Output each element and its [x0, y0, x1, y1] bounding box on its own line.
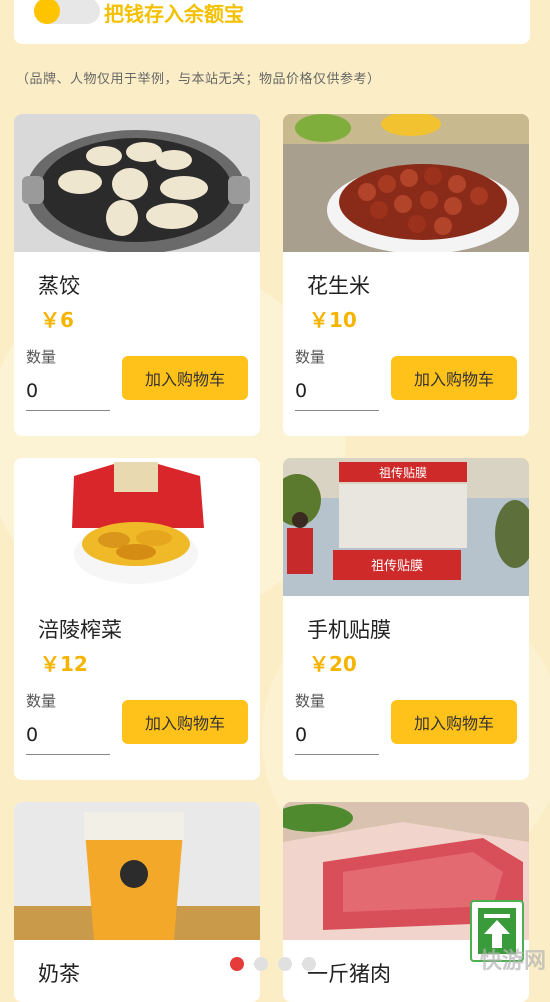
product-image-pickles: [14, 458, 260, 596]
product-name: 一斤猪肉: [307, 962, 391, 986]
quantity-input[interactable]: [26, 716, 110, 755]
quantity-label: 数量: [26, 348, 57, 366]
page-dot-4[interactable]: [302, 957, 316, 971]
add-to-cart-button[interactable]: 加入购物车: [122, 356, 248, 400]
product-price: ￥12: [40, 652, 88, 676]
quantity-input[interactable]: [295, 716, 379, 755]
product-image-dumplings: [14, 114, 260, 252]
product-name: 蒸饺: [38, 274, 80, 298]
product-card: 涪陵榨菜 ￥12 数量 加入购物车: [14, 458, 260, 780]
product-image-peanuts: [283, 114, 529, 252]
add-to-cart-button[interactable]: 加入购物车: [122, 700, 248, 744]
page-indicator: [230, 957, 316, 971]
product-image-screen-film-stall: 祖传贴膜 祖传贴膜: [283, 458, 529, 596]
toggle-knob: [34, 0, 60, 24]
site-watermark: 快游网: [479, 949, 546, 974]
add-to-cart-button[interactable]: 加入购物车: [391, 356, 517, 400]
page-dot-2[interactable]: [254, 957, 268, 971]
balance-toggle[interactable]: [34, 0, 100, 24]
stall-sign-bottom: 祖传贴膜: [371, 559, 423, 574]
balance-toggle-label: 把钱存入余额宝: [104, 2, 244, 26]
balance-toggle-card: 把钱存入余额宝 3: [14, 0, 530, 44]
corner-text: 3: [515, 0, 524, 14]
product-price: ￥6: [40, 308, 74, 332]
quantity-label: 数量: [295, 692, 326, 710]
quantity-label: 数量: [26, 692, 57, 710]
product-name: 奶茶: [38, 962, 80, 986]
product-name: 花生米: [307, 274, 370, 298]
quantity-input[interactable]: [295, 372, 379, 411]
stall-sign-top: 祖传贴膜: [379, 465, 427, 480]
page-dot-3[interactable]: [278, 957, 292, 971]
product-image-milk-tea: [14, 802, 260, 940]
quantity-input[interactable]: [26, 372, 110, 411]
product-price: ￥20: [309, 652, 357, 676]
product-card: 奶茶: [14, 802, 260, 1002]
product-name: 手机贴膜: [307, 618, 391, 642]
product-price: ￥10: [309, 308, 357, 332]
product-card: 蒸饺 ￥6 数量 加入购物车: [14, 114, 260, 436]
product-name: 涪陵榨菜: [38, 618, 122, 642]
quantity-label: 数量: [295, 348, 326, 366]
product-card: 祖传贴膜 祖传贴膜 手机贴膜 ￥20 数量 加入购物车: [283, 458, 529, 780]
add-to-cart-button[interactable]: 加入购物车: [391, 700, 517, 744]
disclaimer-text: （品牌、人物仅用于举例，与本站无关；物品价格仅供参考）: [16, 72, 381, 87]
page-dot-1[interactable]: [230, 957, 244, 971]
product-card: 花生米 ￥10 数量 加入购物车: [283, 114, 529, 436]
